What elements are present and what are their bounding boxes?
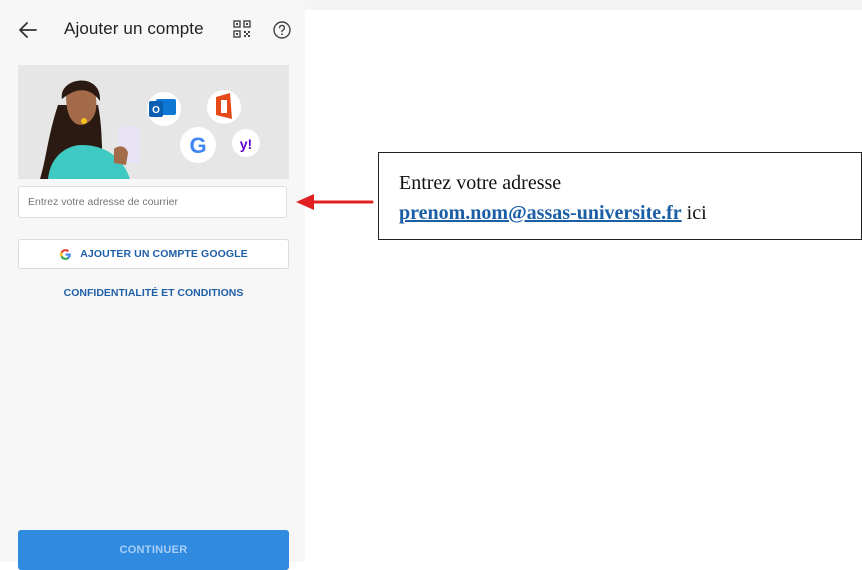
woman-illustration [40,80,140,179]
outlook-icon: O [147,92,181,126]
instruction-callout: Entrez votre adresse prenom.nom@assas-un… [378,152,862,240]
app-screen: Ajouter un compte O G y! Entrez votre ad… [0,0,305,570]
help-circle-icon[interactable] [272,20,292,40]
email-example-link: prenom.nom@assas-universite.fr [399,202,682,224]
callout-suffix: ici [686,202,707,224]
privacy-terms-link[interactable]: CONFIDENTIALITÉ ET CONDITIONS [18,287,289,299]
svg-text:y!: y! [240,136,252,152]
back-arrow-icon[interactable] [16,18,40,42]
office-icon [207,90,241,124]
red-arrow-icon [296,194,374,210]
svg-text:G: G [189,133,206,158]
google-g-icon [60,248,71,260]
continue-button[interactable]: CONTINUER [18,530,289,570]
add-google-account-label: AJOUTER UN COMPTE GOOGLE [80,248,248,260]
add-google-account-button[interactable]: AJOUTER UN COMPTE GOOGLE [18,239,289,269]
email-input[interactable] [18,186,287,218]
callout-line2: prenom.nom@assas-universite.fr ici [399,198,861,228]
top-band [305,0,862,10]
qr-code-icon[interactable] [233,20,251,38]
annotation-area [305,0,862,562]
page-title: Ajouter un compte [64,19,204,38]
yahoo-icon: y! [232,129,260,157]
svg-text:O: O [152,105,160,116]
hero-illustration: O G y! [18,65,289,179]
google-icon: G [180,127,216,163]
callout-line1: Entrez votre adresse [399,172,562,194]
